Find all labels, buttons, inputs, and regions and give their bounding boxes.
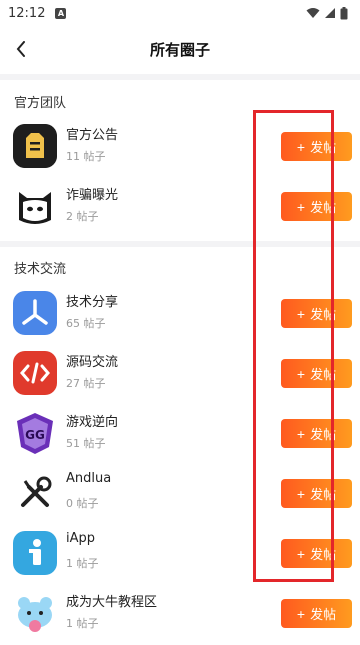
list-item[interactable]: 源码交流 27 帖子 + 发帖: [0, 345, 360, 405]
list-item[interactable]: 成为大牛教程区 1 帖子 + 发帖: [0, 585, 360, 645]
signal-icon: [325, 8, 335, 18]
announcement-icon: [13, 124, 57, 168]
item-name: 成为大牛教程区: [66, 595, 158, 610]
header-divider: [0, 74, 360, 80]
section-title-tech: 技术交流: [14, 262, 67, 277]
share-icon: [13, 291, 57, 335]
item-post-count: 27 帖子: [66, 377, 106, 390]
code-icon: [13, 351, 57, 395]
section-title-official: 官方团队: [14, 96, 67, 111]
post-button[interactable]: + 发帖: [281, 479, 352, 508]
battery-icon: [340, 6, 348, 19]
plus-icon: +: [296, 545, 306, 562]
plus-icon: +: [296, 605, 306, 622]
item-post-count: 65 帖子: [66, 317, 106, 330]
svg-text:GG: GG: [25, 428, 45, 442]
plus-icon: +: [296, 198, 306, 215]
wifi-icon: [306, 8, 320, 18]
iapp-icon: [13, 531, 57, 575]
item-post-count: 1 帖子: [66, 617, 99, 630]
status-bar: 12:12 A: [0, 0, 360, 26]
post-button[interactable]: + 发帖: [281, 419, 352, 448]
post-button[interactable]: + 发帖: [281, 192, 352, 221]
item-post-count: 2 帖子: [66, 210, 99, 223]
plus-icon: +: [296, 485, 306, 502]
chevron-left-icon: [16, 41, 25, 57]
post-button[interactable]: + 发帖: [281, 359, 352, 388]
tools-icon: [13, 471, 57, 515]
item-name: Andlua: [66, 471, 112, 486]
plus-icon: +: [296, 305, 306, 322]
plus-icon: +: [296, 425, 306, 442]
item-post-count: 11 帖子: [66, 150, 106, 163]
ghost-face-icon: [13, 184, 57, 228]
app-header: 所有圈子: [0, 26, 360, 72]
item-name: iApp: [66, 531, 96, 546]
post-button[interactable]: + 发帖: [281, 539, 352, 568]
game-guardian-icon: GG: [13, 411, 57, 455]
status-time: 12:12: [8, 5, 46, 21]
back-button[interactable]: [10, 38, 32, 60]
notification-badge-icon: A: [55, 7, 67, 19]
item-post-count: 0 帖子: [66, 497, 99, 510]
list-item[interactable]: Andlua 0 帖子 + 发帖: [0, 465, 360, 525]
plus-icon: +: [296, 138, 306, 155]
item-name: 源码交流: [66, 355, 119, 370]
item-post-count: 51 帖子: [66, 437, 106, 450]
item-name: 游戏逆向: [66, 415, 119, 430]
plus-icon: +: [296, 365, 306, 382]
post-button[interactable]: + 发帖: [281, 299, 352, 328]
mascot-icon: [13, 591, 57, 635]
list-item[interactable]: GG 游戏逆向 51 帖子 + 发帖: [0, 405, 360, 465]
post-button[interactable]: + 发帖: [281, 132, 352, 161]
list-item[interactable]: 官方公告 11 帖子 + 发帖: [0, 118, 360, 178]
list-item[interactable]: 技术分享 65 帖子 + 发帖: [0, 285, 360, 345]
list-item[interactable]: iApp 1 帖子 + 发帖: [0, 525, 360, 585]
page-title: 所有圈子: [149, 40, 210, 59]
item-name: 官方公告: [66, 128, 119, 143]
section-divider: [0, 241, 360, 247]
list-item[interactable]: 诈骗曝光 2 帖子 + 发帖: [0, 178, 360, 238]
item-name: 技术分享: [66, 295, 119, 310]
item-post-count: 1 帖子: [66, 557, 99, 570]
item-name: 诈骗曝光: [66, 188, 119, 203]
post-button[interactable]: + 发帖: [281, 599, 352, 628]
